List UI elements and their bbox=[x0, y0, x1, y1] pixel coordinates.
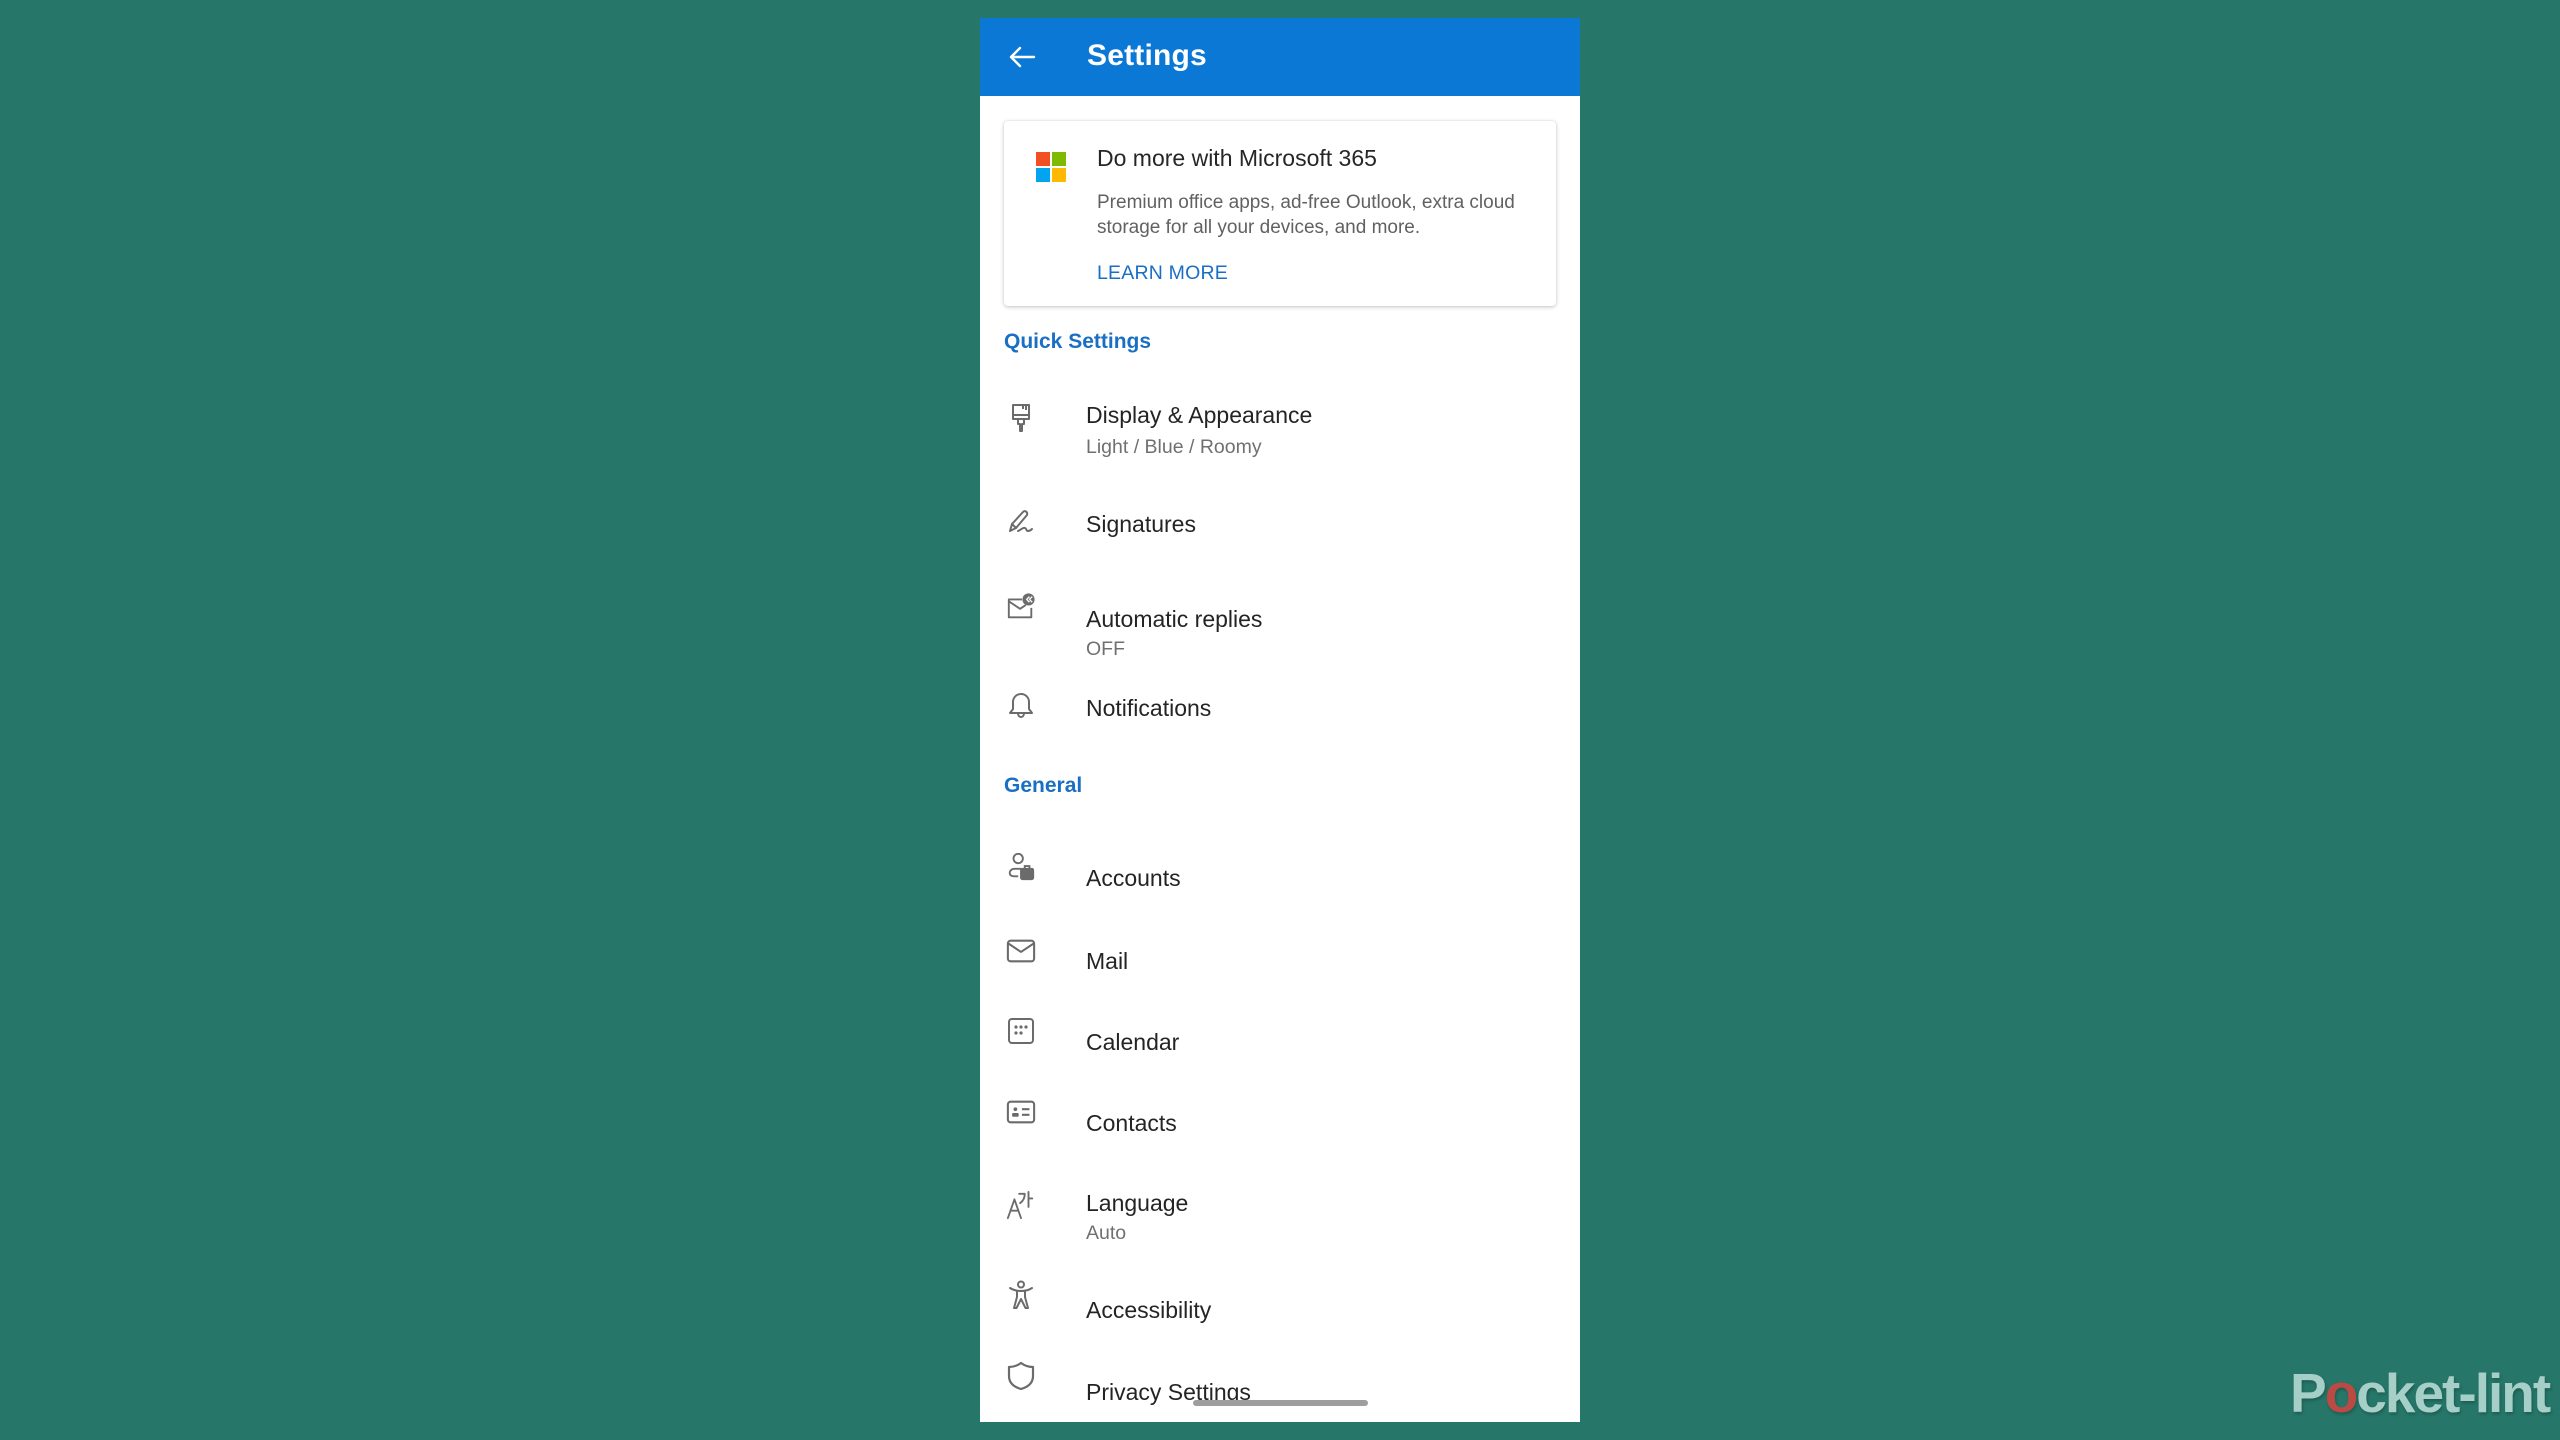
settings-item-notifications[interactable]: Notifications bbox=[980, 673, 1580, 743]
item-title: Display & Appearance bbox=[1086, 402, 1313, 428]
item-title: Accounts bbox=[1086, 865, 1181, 891]
watermark-prefix: P bbox=[2290, 1362, 2327, 1424]
back-button[interactable] bbox=[1000, 40, 1044, 74]
item-title: Language bbox=[1086, 1190, 1189, 1216]
item-subtitle: Light / Blue / Roomy bbox=[1086, 436, 1262, 458]
settings-item-language[interactable]: Language Auto bbox=[980, 1153, 1580, 1245]
promo-description: Premium office apps, ad-free Outlook, ex… bbox=[1097, 192, 1515, 238]
contact-card-icon bbox=[1006, 1097, 1036, 1127]
item-title: Calendar bbox=[1086, 1029, 1180, 1055]
settings-item-accounts[interactable]: Accounts bbox=[980, 828, 1580, 898]
microsoft-365-promo-card[interactable]: Do more with Microsoft 365 Premium offic… bbox=[1004, 121, 1556, 306]
outlook-settings-screen: Settings Do more with Microsoft 365 Prem… bbox=[980, 18, 1580, 1422]
microsoft-logo-icon bbox=[1036, 152, 1066, 182]
power-icon: o bbox=[2324, 1362, 2359, 1424]
settings-item-automatic-replies[interactable]: Automatic replies OFF bbox=[980, 573, 1580, 660]
settings-item-contacts[interactable]: Contacts bbox=[980, 1072, 1580, 1142]
item-title: Accessibility bbox=[1086, 1297, 1212, 1323]
promo-title: Do more with Microsoft 365 bbox=[1097, 145, 1377, 171]
account-briefcase-icon bbox=[1006, 851, 1036, 881]
item-subtitle: OFF bbox=[1086, 638, 1125, 660]
item-title: Notifications bbox=[1086, 695, 1212, 721]
settings-item-display-appearance[interactable]: Display & Appearance Light / Blue / Room… bbox=[980, 388, 1580, 468]
arrow-left-icon bbox=[1008, 45, 1036, 69]
section-header-general: General bbox=[1004, 774, 1083, 797]
item-title: Automatic replies bbox=[1086, 606, 1263, 632]
settings-item-signatures[interactable]: Signatures bbox=[980, 488, 1580, 558]
app-bar: Settings bbox=[980, 18, 1580, 96]
mail-icon bbox=[1006, 936, 1036, 966]
item-title: Contacts bbox=[1086, 1110, 1177, 1136]
section-header-quick-settings: Quick Settings bbox=[1004, 330, 1152, 353]
calendar-icon bbox=[1006, 1016, 1036, 1046]
page-title: Settings bbox=[1087, 39, 1207, 72]
pocket-lint-watermark: Pocket-lint bbox=[2290, 1366, 2551, 1421]
language-icon bbox=[1006, 1190, 1036, 1220]
accessibility-icon bbox=[1006, 1280, 1036, 1310]
bell-icon bbox=[1006, 691, 1036, 721]
settings-item-accessibility[interactable]: Accessibility bbox=[980, 1258, 1580, 1328]
home-indicator[interactable] bbox=[1193, 1400, 1368, 1406]
item-subtitle: Auto bbox=[1086, 1222, 1127, 1244]
paintbrush-icon bbox=[1006, 403, 1036, 433]
signature-icon bbox=[1006, 507, 1036, 537]
learn-more-button[interactable]: LEARN MORE bbox=[1097, 263, 1228, 283]
shield-icon bbox=[1006, 1361, 1036, 1391]
settings-item-mail[interactable]: Mail bbox=[980, 910, 1580, 980]
auto-reply-icon bbox=[1006, 591, 1036, 621]
watermark-suffix: cket-lint bbox=[2356, 1362, 2551, 1424]
settings-item-calendar[interactable]: Calendar bbox=[980, 991, 1580, 1061]
item-title: Signatures bbox=[1086, 511, 1196, 537]
item-title: Mail bbox=[1086, 948, 1129, 974]
